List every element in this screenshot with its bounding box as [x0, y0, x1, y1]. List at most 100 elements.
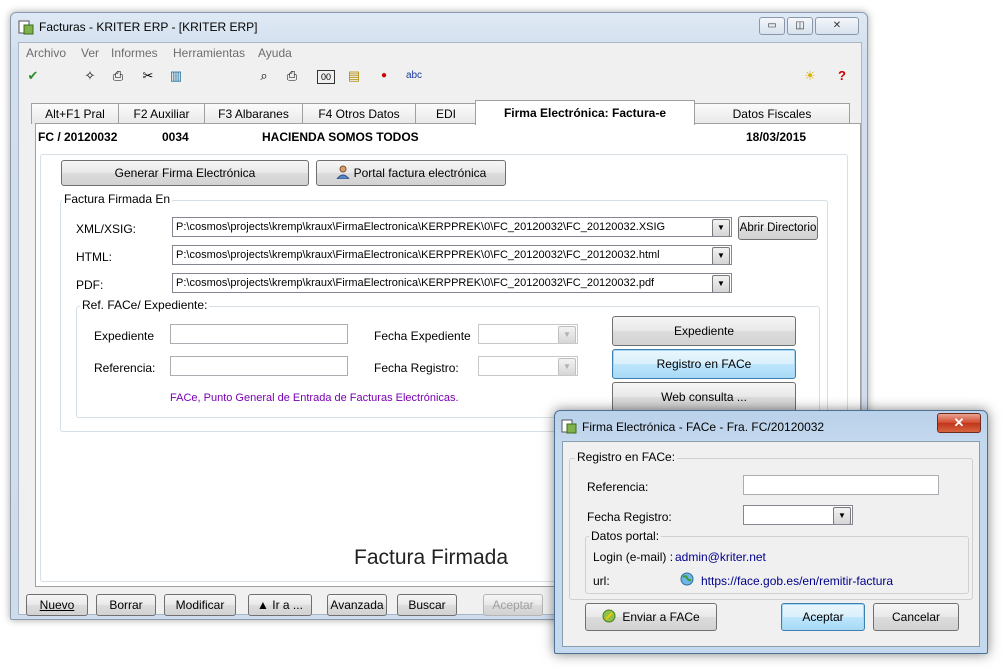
dialog-title: Firma Electrónica - FACe - Fra. FC/20120… — [582, 420, 825, 434]
cut-icon[interactable]: ✂ — [139, 67, 157, 85]
chevron-down-icon[interactable]: ▼ — [833, 507, 851, 524]
fecha-expediente-combo[interactable]: ▼ — [478, 324, 578, 344]
spellcheck-icon[interactable]: abc — [403, 67, 425, 85]
enviar-face-label: Enviar a FACe — [622, 610, 700, 624]
login-label: Login (e-mail) : — [593, 550, 674, 564]
fecha-expediente-label: Fecha Expediente — [374, 329, 471, 343]
ir-a-button[interactable]: ▲ Ir a ... — [248, 594, 312, 616]
chevron-down-icon[interactable]: ▼ — [712, 275, 730, 292]
send-icon — [602, 606, 616, 623]
fecha-registro-label: Fecha Registro: — [374, 361, 459, 375]
nuevo-button[interactable]: Nuevo — [26, 594, 88, 616]
tab-auxiliar[interactable]: F2 Auxiliar — [118, 103, 205, 124]
aceptar-button[interactable]: Aceptar — [483, 594, 543, 616]
buscar-button[interactable]: Buscar — [397, 594, 457, 616]
tab-albaranes[interactable]: F3 Albaranes — [204, 103, 303, 124]
referencia-label: Referencia: — [94, 361, 156, 375]
toolbar: ✔ ✧ ⎙ ✂ ▥ ⌕ ⎙ 00 ▤ ● abc ☀ ? — [19, 63, 861, 89]
chart-icon[interactable]: ▥ — [167, 67, 185, 85]
expediente-input[interactable] — [170, 324, 348, 344]
globe-icon — [680, 572, 694, 586]
dlg-aceptar-button[interactable]: Aceptar — [781, 603, 865, 631]
close-button[interactable]: ✕ — [815, 17, 859, 35]
referencia-input[interactable] — [170, 356, 348, 376]
face-link[interactable]: FACe, Punto General de Entrada de Factur… — [170, 392, 459, 404]
invoice-number: 0034 — [162, 130, 189, 144]
menu-informes[interactable]: Informes — [111, 46, 158, 60]
minimize-button[interactable]: ▭ — [759, 17, 785, 35]
invoice-date: 18/03/2015 — [746, 130, 807, 144]
check-icon[interactable]: ✔ — [24, 67, 42, 85]
factura-firmada-status: Factura Firmada — [354, 546, 509, 569]
factura-firmada-label: Factura Firmada En — [62, 192, 173, 206]
chevron-down-icon[interactable]: ▼ — [558, 358, 576, 375]
tab-datos-fiscales[interactable]: Datos Fiscales — [694, 103, 850, 124]
registro-face-button[interactable]: Registro en FACe — [612, 349, 796, 379]
folder-icon[interactable]: ▤ — [345, 67, 363, 85]
chevron-down-icon[interactable]: ▼ — [558, 326, 576, 343]
registro-face-label: Registro en FACe: — [575, 450, 678, 464]
portal-factura-button[interactable]: Portal factura electrónica — [316, 160, 506, 186]
dlg-fecha-combo[interactable]: ▼ — [743, 505, 853, 525]
printer-icon[interactable]: ⎙ — [283, 67, 301, 85]
menu-ayuda[interactable]: Ayuda — [258, 46, 292, 60]
html-path-combo[interactable]: P:\cosmos\projects\kremp\kraux\FirmaElec… — [172, 245, 732, 265]
tab-firma-electronica[interactable]: Firma Electrónica: Factura-e — [475, 100, 695, 125]
pdf-path-combo[interactable]: P:\cosmos\projects\kremp\kraux\FirmaElec… — [172, 273, 732, 293]
ref-face-label: Ref. FACe/ Expediente: — [80, 298, 210, 312]
tab-pral[interactable]: Alt+F1 Pral — [31, 103, 119, 124]
xml-path-combo[interactable]: P:\cosmos\projects\kremp\kraux\FirmaElec… — [172, 217, 732, 237]
dialog-close-button[interactable]: ✕ — [937, 413, 981, 433]
portal-factura-label: Portal factura electrónica — [353, 166, 487, 180]
menu-ver[interactable]: Ver — [81, 46, 99, 60]
face-dialog: Firma Electrónica - FACe - Fra. FC/20120… — [554, 410, 988, 654]
url-link[interactable]: https://face.gob.es/en/remitir-factura — [701, 574, 893, 588]
expediente-button[interactable]: Expediente — [612, 316, 796, 346]
abrir-directorio-button[interactable]: Abrir Directorio — [738, 216, 818, 240]
expediente-label: Expediente — [94, 329, 155, 343]
fecha-registro-combo[interactable]: ▼ — [478, 356, 578, 376]
dlg-fecha-label: Fecha Registro: — [587, 510, 672, 524]
login-value: admin@kriter.net — [675, 550, 766, 564]
tab-edi[interactable]: EDI — [415, 103, 477, 124]
avanzada-button[interactable]: Avanzada — [327, 594, 387, 616]
app-icon — [561, 418, 577, 434]
print-icon[interactable]: ⎙ — [109, 67, 127, 85]
pdf-path-value: P:\cosmos\projects\kremp\kraux\FirmaElec… — [176, 277, 655, 289]
menu-herramientas[interactable]: Herramientas — [173, 46, 245, 60]
app-icon — [18, 19, 34, 35]
dlg-cancelar-button[interactable]: Cancelar — [873, 603, 959, 631]
preview-icon[interactable]: ⌕ — [255, 67, 273, 85]
help-icon[interactable]: ? — [833, 67, 851, 85]
user-icon — [335, 163, 350, 180]
client-name: HACIENDA SOMOS TODOS — [262, 130, 419, 144]
tab-otros-datos[interactable]: F4 Otros Datos — [302, 103, 416, 124]
html-label: HTML: — [76, 250, 112, 264]
web-consulta-button[interactable]: Web consulta ... — [612, 382, 796, 412]
bulb-icon[interactable]: ☀ — [801, 67, 819, 85]
bell-icon[interactable]: ● — [375, 67, 393, 85]
html-path-value: P:\cosmos\projects\kremp\kraux\FirmaElec… — [176, 249, 660, 261]
invoice-code: FC / 20120032 — [38, 130, 118, 144]
generar-firma-button[interactable]: Generar Firma Electrónica — [61, 160, 309, 186]
url-label: url: — [593, 574, 610, 588]
menu-bar: Archivo Ver Informes Herramientas Ayuda — [19, 43, 861, 63]
xml-path-value: P:\cosmos\projects\kremp\kraux\FirmaElec… — [176, 221, 666, 233]
menu-archivo[interactable]: Archivo — [26, 46, 66, 60]
chevron-down-icon[interactable]: ▼ — [712, 219, 730, 236]
nuevo-label: Nuevo — [39, 598, 75, 612]
restore-button[interactable]: ◫ — [787, 17, 813, 35]
run-icon[interactable]: ✧ — [81, 67, 99, 85]
borrar-button[interactable]: Borrar — [96, 594, 156, 616]
xml-label: XML/XSIG: — [76, 222, 137, 236]
enviar-face-button[interactable]: Enviar a FACe — [585, 603, 717, 631]
dlg-referencia-label: Referencia: — [587, 480, 649, 494]
dlg-referencia-input[interactable] — [743, 475, 939, 495]
modificar-button[interactable]: Modificar — [164, 594, 236, 616]
dialog-client: Registro en FACe: Referencia: Fecha Regi… — [562, 441, 980, 647]
window-title: Facturas - KRITER ERP - [KRITER ERP] — [39, 20, 258, 34]
chevron-down-icon[interactable]: ▼ — [712, 247, 730, 264]
datos-portal-label: Datos portal: — [589, 529, 662, 543]
pdf-label: PDF: — [76, 278, 104, 292]
counter-icon[interactable]: 00 — [317, 70, 335, 84]
